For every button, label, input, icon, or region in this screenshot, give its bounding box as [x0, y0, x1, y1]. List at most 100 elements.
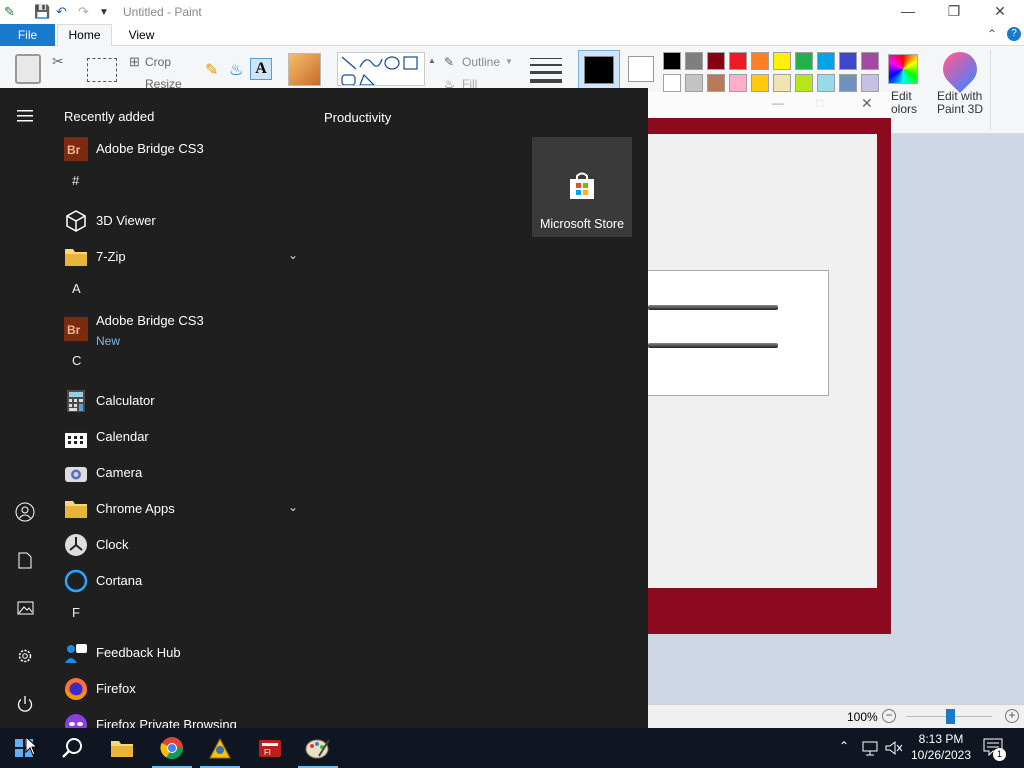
color1-selector[interactable]: [578, 50, 620, 90]
palette-swatch[interactable]: [795, 74, 813, 92]
zoom-in-button[interactable]: +: [1005, 709, 1019, 723]
palette-swatch[interactable]: [663, 52, 681, 70]
customize-qat-icon[interactable]: ▼: [99, 7, 109, 18]
palette-swatch[interactable]: [839, 52, 857, 70]
palette-swatch[interactable]: [861, 52, 879, 70]
collapse-ribbon-icon[interactable]: ⌃: [987, 27, 997, 41]
app-list-item[interactable]: Calculator: [48, 383, 310, 419]
app-list-item[interactable]: Camera: [48, 455, 310, 491]
hamburger-menu-icon[interactable]: [12, 103, 38, 129]
palette-swatch[interactable]: [685, 52, 703, 70]
app-folder-item[interactable]: 7-Zip ⌄: [48, 239, 310, 275]
app-list-item[interactable]: Feedback Hub: [48, 635, 310, 671]
tab-view[interactable]: View: [114, 24, 169, 46]
palette-swatch[interactable]: [773, 74, 791, 92]
user-account-icon[interactable]: [12, 499, 38, 525]
app-taskbar-button[interactable]: [196, 728, 244, 768]
app-list-item[interactable]: Firefox Private Browsing: [48, 707, 310, 728]
chrome-taskbar-button[interactable]: [148, 728, 196, 768]
letter-header[interactable]: A: [72, 281, 81, 296]
palette-swatch[interactable]: [751, 74, 769, 92]
palette-swatch[interactable]: [707, 74, 725, 92]
fill-bucket-icon[interactable]: ♨: [229, 60, 243, 80]
clock[interactable]: 8:13 PM 10/26/2023: [906, 731, 976, 763]
volume-muted-icon[interactable]: [885, 740, 903, 756]
palette-swatch[interactable]: [707, 52, 725, 70]
maximize-button[interactable]: ❐: [931, 0, 977, 24]
documents-icon[interactable]: [12, 547, 38, 573]
zoom-out-button[interactable]: −: [882, 709, 896, 723]
letter-header[interactable]: C: [72, 353, 81, 368]
app-list-item[interactable]: Br Adobe Bridge CS3 New: [48, 311, 310, 348]
action-center-button[interactable]: 1: [980, 736, 1008, 762]
letter-header[interactable]: F: [72, 605, 80, 620]
tab-home[interactable]: Home: [57, 24, 112, 47]
power-icon[interactable]: [12, 691, 38, 717]
clock-icon: [64, 533, 88, 557]
paste-icon[interactable]: [15, 54, 41, 84]
color2-swatch[interactable]: [628, 56, 654, 82]
app-list-item[interactable]: Calendar: [48, 419, 310, 455]
crop-icon[interactable]: ⊞: [129, 54, 140, 70]
outline-button[interactable]: Outline: [462, 55, 500, 69]
zoom-slider-thumb[interactable]: [946, 709, 955, 724]
app-list-item[interactable]: Firefox: [48, 671, 310, 707]
palette-swatch[interactable]: [729, 74, 747, 92]
search-button[interactable]: [48, 728, 96, 768]
select-icon[interactable]: [87, 58, 117, 82]
redo-icon[interactable]: ↷: [78, 4, 89, 20]
palette-swatch[interactable]: [817, 52, 835, 70]
paint-title-bar: ✎ 💾 ↶ ↷ ▼ Untitled - Paint — ❐ ✕: [0, 0, 1024, 24]
palette-swatch[interactable]: [663, 74, 681, 92]
undo-icon[interactable]: ↶: [56, 4, 67, 20]
palette-swatch[interactable]: [839, 74, 857, 92]
shapes-gallery[interactable]: [337, 52, 425, 86]
network-icon[interactable]: [862, 740, 880, 756]
palette-swatch[interactable]: [817, 74, 835, 92]
edit-colors-label[interactable]: Edit olors: [891, 90, 917, 116]
app-list[interactable]: Recently added Br Adobe Bridge CS3 #3D Vie…: [48, 88, 310, 728]
pictures-icon[interactable]: [12, 595, 38, 621]
palette-swatch[interactable]: [795, 52, 813, 70]
app-list-item[interactable]: Br Adobe Bridge CS3: [48, 131, 310, 167]
canvas-image[interactable]: — □ ✕: [648, 92, 891, 634]
settings-gear-icon[interactable]: [12, 643, 38, 669]
palette-swatch[interactable]: [751, 52, 769, 70]
paint-app-icon[interactable]: ✎: [4, 4, 15, 20]
pencil-icon[interactable]: ✎: [205, 60, 218, 80]
palette-swatch[interactable]: [861, 74, 879, 92]
productivity-header[interactable]: Productivity: [324, 110, 391, 125]
filezilla-taskbar-button[interactable]: Fl: [246, 728, 294, 768]
start-button[interactable]: [0, 728, 48, 768]
cut-icon[interactable]: ✂: [52, 53, 64, 70]
file-explorer-button[interactable]: [98, 728, 146, 768]
microsoft-store-tile[interactable]: Microsoft Store: [532, 137, 632, 237]
text-tool-icon[interactable]: A: [250, 58, 272, 80]
save-icon[interactable]: 💾: [34, 4, 50, 20]
size-icon[interactable]: [530, 56, 562, 83]
palette-swatch[interactable]: [773, 52, 791, 70]
palette-swatch[interactable]: [729, 52, 747, 70]
close-button[interactable]: ✕: [977, 0, 1023, 24]
shapes-scroll-icon[interactable]: ▲: [428, 56, 436, 65]
palette-swatch[interactable]: [685, 74, 703, 92]
edit-colors-icon[interactable]: [888, 54, 918, 84]
minimize-button[interactable]: —: [885, 0, 931, 24]
paint3d-icon[interactable]: [935, 44, 985, 94]
brushes-icon[interactable]: [288, 53, 321, 86]
svg-text:Br: Br: [67, 143, 81, 157]
letter-header[interactable]: #: [72, 173, 79, 188]
crop-button[interactable]: Crop: [145, 55, 171, 69]
chevron-down-icon[interactable]: ⌄: [288, 248, 298, 262]
chevron-down-icon[interactable]: ⌄: [288, 500, 298, 514]
app-list-item[interactable]: 3D Viewer: [48, 203, 310, 239]
help-icon[interactable]: ?: [1007, 27, 1021, 41]
tray-overflow-icon[interactable]: ⌃: [839, 739, 849, 753]
tab-file[interactable]: File: [0, 24, 55, 46]
app-folder-item[interactable]: Chrome Apps ⌄: [48, 491, 310, 527]
app-list-item[interactable]: Cortana: [48, 563, 310, 599]
paint-taskbar-button[interactable]: [294, 728, 342, 768]
edit-with-paint3d-button[interactable]: Edit with Paint 3D: [937, 90, 987, 116]
outline-dropdown-icon[interactable]: ▼: [505, 57, 513, 66]
app-list-item[interactable]: Clock: [48, 527, 310, 563]
